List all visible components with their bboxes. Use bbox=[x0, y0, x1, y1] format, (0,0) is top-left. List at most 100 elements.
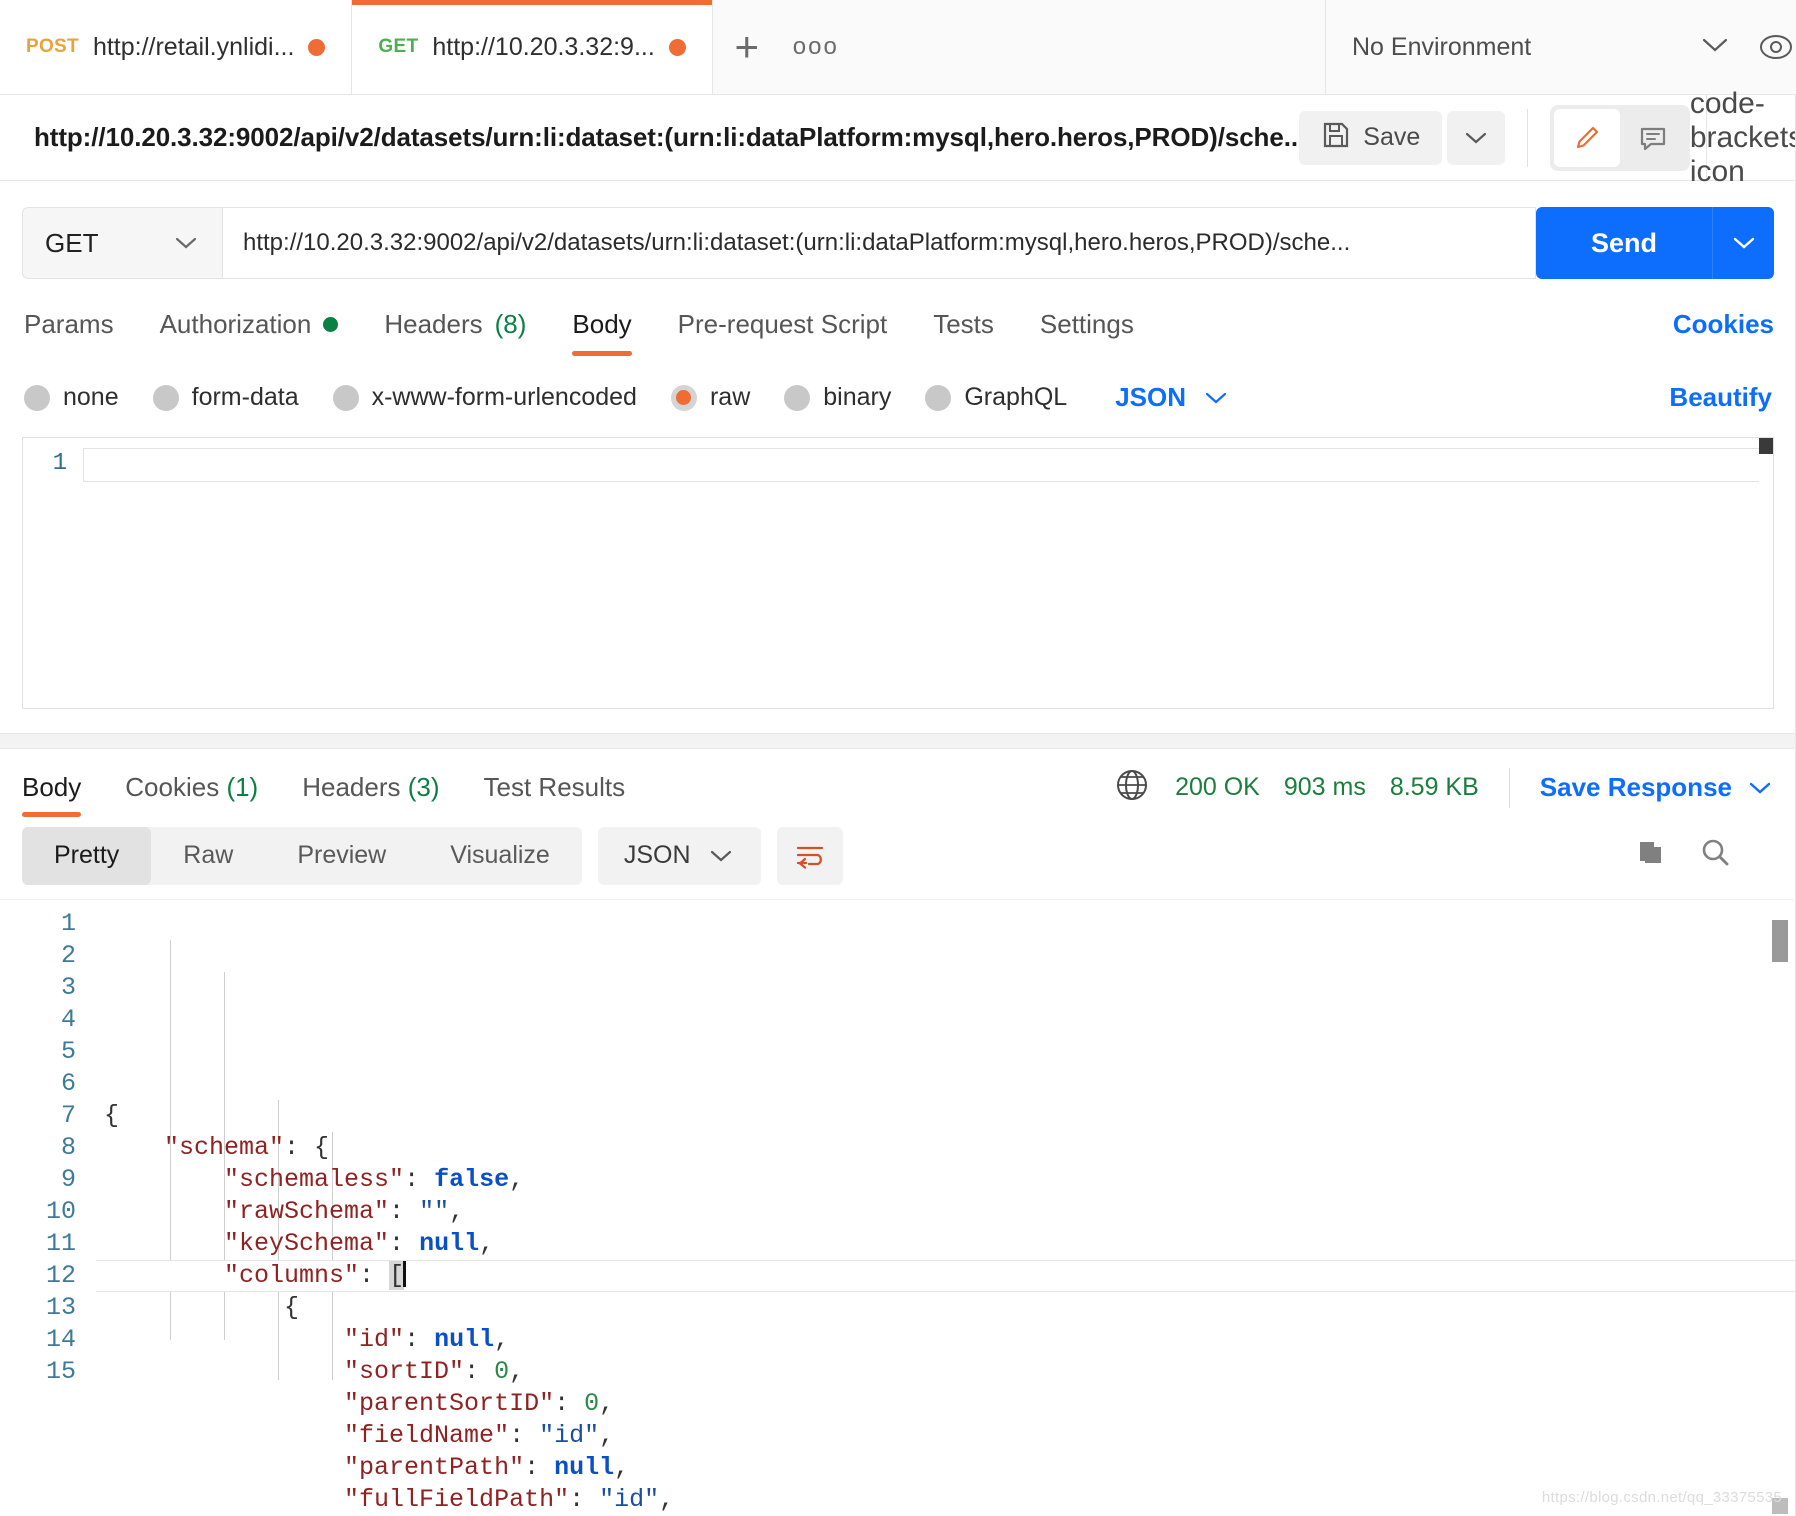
code-line: "fieldName": "id", bbox=[96, 1420, 1796, 1452]
request-body-current-line bbox=[83, 448, 1771, 482]
code-token: , bbox=[449, 1196, 465, 1226]
save-response-button[interactable]: Save Response bbox=[1540, 772, 1774, 803]
tab-tests-label: Tests bbox=[933, 309, 994, 339]
copy-button[interactable] bbox=[1632, 836, 1668, 875]
eye-icon bbox=[1760, 35, 1792, 59]
line-number: 3 bbox=[60, 972, 76, 1002]
code-token: "parentSortID" bbox=[104, 1388, 555, 1418]
body-type-binary[interactable]: binary bbox=[784, 383, 891, 412]
line-number: 2 bbox=[60, 940, 76, 970]
radio-icon bbox=[784, 384, 811, 411]
comments-button[interactable] bbox=[1620, 109, 1686, 167]
send-options-button[interactable] bbox=[1712, 207, 1774, 279]
save-button-label: Save bbox=[1363, 123, 1421, 151]
code-line: "keySchema": null, bbox=[96, 1228, 1796, 1260]
save-options-button[interactable] bbox=[1447, 110, 1505, 165]
view-mode-raw[interactable]: Raw bbox=[151, 827, 265, 885]
body-type-urlencoded[interactable]: x-www-form-urlencoded bbox=[332, 383, 637, 412]
view-toggle-group bbox=[1550, 104, 1690, 171]
request-body-text-area[interactable] bbox=[83, 438, 1773, 708]
response-scrollbar[interactable] bbox=[1772, 910, 1792, 1516]
response-tab-test-results[interactable]: Test Results bbox=[484, 754, 626, 821]
send-button[interactable]: Send bbox=[1536, 207, 1712, 279]
code-token: , bbox=[599, 1420, 615, 1450]
body-type-form-data[interactable]: form-data bbox=[152, 383, 299, 412]
response-format-select[interactable]: JSON bbox=[597, 826, 761, 885]
tab-tests[interactable]: Tests bbox=[933, 309, 994, 356]
tab-params[interactable]: Params bbox=[24, 309, 114, 356]
tab-headers[interactable]: Headers (8) bbox=[384, 309, 526, 356]
request-body-editor[interactable]: 1 bbox=[22, 437, 1774, 709]
beautify-button[interactable]: Beautify bbox=[1669, 382, 1772, 413]
request-body-gutter: 1 bbox=[23, 438, 83, 708]
unsaved-dot-icon bbox=[308, 38, 326, 56]
environment-quick-look-button[interactable] bbox=[1756, 0, 1796, 94]
code-token: null bbox=[434, 1324, 495, 1354]
code-token: "keySchema" bbox=[104, 1228, 390, 1258]
code-token: : bbox=[404, 1164, 435, 1194]
tab-params-label: Params bbox=[24, 309, 114, 339]
edit-request-button[interactable] bbox=[1554, 108, 1620, 167]
response-divider[interactable] bbox=[0, 732, 1796, 749]
tab-body[interactable]: Body bbox=[572, 309, 632, 356]
new-tab-button[interactable]: + bbox=[713, 0, 781, 94]
save-button[interactable]: Save bbox=[1299, 110, 1443, 165]
response-body-viewer[interactable]: 1 2 3 4 5 6 7 8 9 10 11 12 13 14 15 {"s… bbox=[0, 898, 1796, 1516]
http-method-value: GET bbox=[45, 227, 99, 258]
response-tab-cookies-count: (1) bbox=[226, 772, 259, 803]
response-tab-headers[interactable]: Headers (3) bbox=[302, 754, 439, 821]
response-tab-cookies[interactable]: Cookies (1) bbox=[125, 754, 258, 821]
response-view-bar: Pretty Raw Preview Visualize JSON bbox=[0, 826, 1796, 899]
code-snippet-button[interactable]: code-brackets-icon bbox=[1690, 87, 1796, 188]
code-token: , bbox=[599, 1388, 615, 1418]
radio-selected-icon bbox=[670, 384, 697, 411]
line-number: 10 bbox=[45, 1196, 76, 1226]
code-token: , bbox=[479, 1228, 495, 1258]
tab-settings[interactable]: Settings bbox=[1040, 309, 1134, 356]
body-type-raw-label: raw bbox=[709, 383, 751, 411]
code-token: "id" bbox=[104, 1324, 405, 1354]
code-token: "id" bbox=[539, 1420, 600, 1450]
request-body-scrollbar-thumb[interactable] bbox=[1759, 438, 1773, 454]
view-mode-visualize[interactable]: Visualize bbox=[418, 827, 582, 885]
code-token: , bbox=[509, 1356, 525, 1386]
view-mode-pretty[interactable]: Pretty bbox=[22, 826, 152, 885]
code-token: false bbox=[434, 1164, 510, 1194]
chevron-down-icon bbox=[1700, 36, 1730, 59]
word-wrap-button[interactable] bbox=[776, 826, 843, 885]
search-button[interactable] bbox=[1698, 836, 1734, 875]
unsaved-dot-icon bbox=[668, 38, 686, 56]
tab-options-button[interactable]: ooo bbox=[781, 0, 851, 94]
code-line: "schema": { bbox=[96, 1132, 1796, 1164]
cookies-link[interactable]: Cookies bbox=[1673, 309, 1774, 356]
request-body-scrollbar[interactable] bbox=[1759, 438, 1773, 708]
request-tab-1[interactable]: GET http://10.20.3.32:9... bbox=[352, 0, 713, 94]
body-type-none[interactable]: none bbox=[24, 383, 119, 412]
code-token: "schema" bbox=[104, 1132, 285, 1162]
code-token: { bbox=[104, 1100, 120, 1130]
request-tab-0[interactable]: POST http://retail.ynlidi... bbox=[0, 0, 353, 94]
tab-authorization[interactable]: Authorization bbox=[160, 309, 339, 356]
body-format-value: JSON bbox=[1115, 382, 1187, 412]
tab-method-1: GET bbox=[378, 36, 419, 57]
code-token: "sortID" bbox=[104, 1356, 465, 1386]
body-type-raw[interactable]: raw bbox=[670, 383, 751, 412]
response-size: 8.59 KB bbox=[1389, 773, 1479, 802]
response-tab-body-label: Body bbox=[22, 772, 82, 803]
response-view-modes: Pretty Raw Preview Visualize bbox=[22, 826, 582, 885]
response-code-text[interactable]: { "schema": { "schemaless": false, "rawS… bbox=[96, 900, 1796, 1516]
search-icon bbox=[1702, 840, 1729, 866]
response-tab-body[interactable]: Body bbox=[22, 754, 82, 821]
http-method-select[interactable]: GET bbox=[22, 207, 222, 279]
body-type-graphql[interactable]: GraphQL bbox=[925, 383, 1067, 412]
code-token: , bbox=[659, 1484, 675, 1514]
environment-selector[interactable]: No Environment bbox=[1326, 0, 1756, 94]
url-input[interactable]: http://10.20.3.32:9002/api/v2/datasets/u… bbox=[222, 207, 1536, 279]
body-format-select[interactable]: JSON bbox=[1115, 382, 1230, 413]
tab-pre-request-script[interactable]: Pre-request Script bbox=[678, 309, 888, 356]
code-token: , bbox=[494, 1324, 510, 1354]
response-scrollbar-thumb[interactable] bbox=[1772, 919, 1788, 962]
text-cursor bbox=[403, 1260, 407, 1287]
view-mode-preview[interactable]: Preview bbox=[265, 827, 418, 885]
body-type-binary-label: binary bbox=[823, 383, 892, 411]
